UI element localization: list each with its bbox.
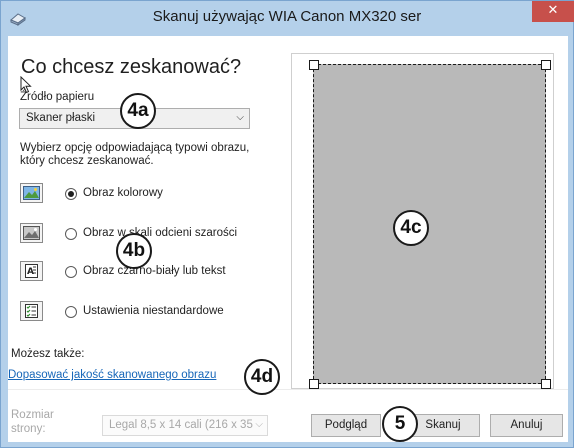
- callout-4c: 4c: [393, 210, 429, 246]
- cancel-button[interactable]: Anuluj: [490, 414, 563, 437]
- crop-handle-bottom-right[interactable]: [541, 379, 551, 389]
- option-label-grayscale[interactable]: Obraz w skali odcieni szarości: [83, 227, 237, 239]
- callout-4b: 4b: [116, 233, 152, 269]
- option-label-text[interactable]: Obraz czarno-biały lub tekst: [83, 265, 226, 277]
- callout-4a: 4a: [120, 93, 156, 129]
- radio-color-picture[interactable]: [65, 188, 77, 200]
- adjust-quality-link[interactable]: Dopasować jakość skanowanego obrazu: [8, 369, 216, 381]
- grayscale-picture-icon[interactable]: [20, 223, 43, 243]
- title-bar[interactable]: Skanuj używając WIA Canon MX320 ser ✕: [1, 1, 574, 35]
- radio-grayscale[interactable]: [65, 228, 77, 240]
- chevron-down-icon: ⌵: [253, 419, 263, 430]
- paper-source-value: Skaner płaski: [26, 112, 96, 124]
- page-size-label-line1: Rozmiar: [11, 409, 54, 421]
- text-document-icon[interactable]: A: [20, 261, 43, 281]
- preview-button[interactable]: Podgląd: [311, 414, 381, 437]
- svg-text:A: A: [27, 267, 34, 277]
- also-label: Możesz także:: [11, 348, 85, 360]
- callout-4d: 4d: [244, 359, 280, 395]
- dialog-content: Co chcesz zeskanować? Źródło papieru Ska…: [8, 36, 568, 442]
- paper-source-label: Źródło papieru: [20, 91, 95, 103]
- crop-handle-bottom-left[interactable]: [309, 379, 319, 389]
- page-size-dropdown[interactable]: Legal 8,5 x 14 cali (216 x 356 ⌵: [102, 415, 268, 436]
- scan-region[interactable]: [313, 64, 546, 384]
- close-button[interactable]: ✕: [532, 1, 574, 22]
- color-picture-icon[interactable]: [20, 183, 43, 203]
- option-label-color[interactable]: Obraz kolorowy: [83, 187, 163, 199]
- page-size-value: Legal 8,5 x 14 cali (216 x 356: [109, 419, 260, 431]
- radio-black-white-text[interactable]: [65, 266, 77, 278]
- option-label-custom[interactable]: Ustawienia niestandardowe: [83, 305, 224, 317]
- footer-divider: [8, 389, 568, 390]
- chevron-down-icon: ⌵: [236, 112, 244, 123]
- radio-custom-settings[interactable]: [65, 306, 77, 318]
- callout-5: 5: [382, 406, 418, 442]
- page-title: Co chcesz zeskanować?: [21, 56, 242, 78]
- page-size-label: Rozmiar strony:: [11, 408, 54, 436]
- crop-handle-top-right[interactable]: [541, 60, 551, 70]
- window-title: Skanuj używając WIA Canon MX320 ser: [152, 8, 422, 25]
- option-description: Wybierz opcję odpowiadającą typowi obraz…: [20, 142, 250, 167]
- scan-dialog: Skanuj używając WIA Canon MX320 ser ✕ Co…: [0, 0, 574, 448]
- page-size-label-line2: strony:: [11, 423, 46, 435]
- crop-handle-top-left[interactable]: [309, 60, 319, 70]
- custom-settings-icon[interactable]: [20, 301, 43, 321]
